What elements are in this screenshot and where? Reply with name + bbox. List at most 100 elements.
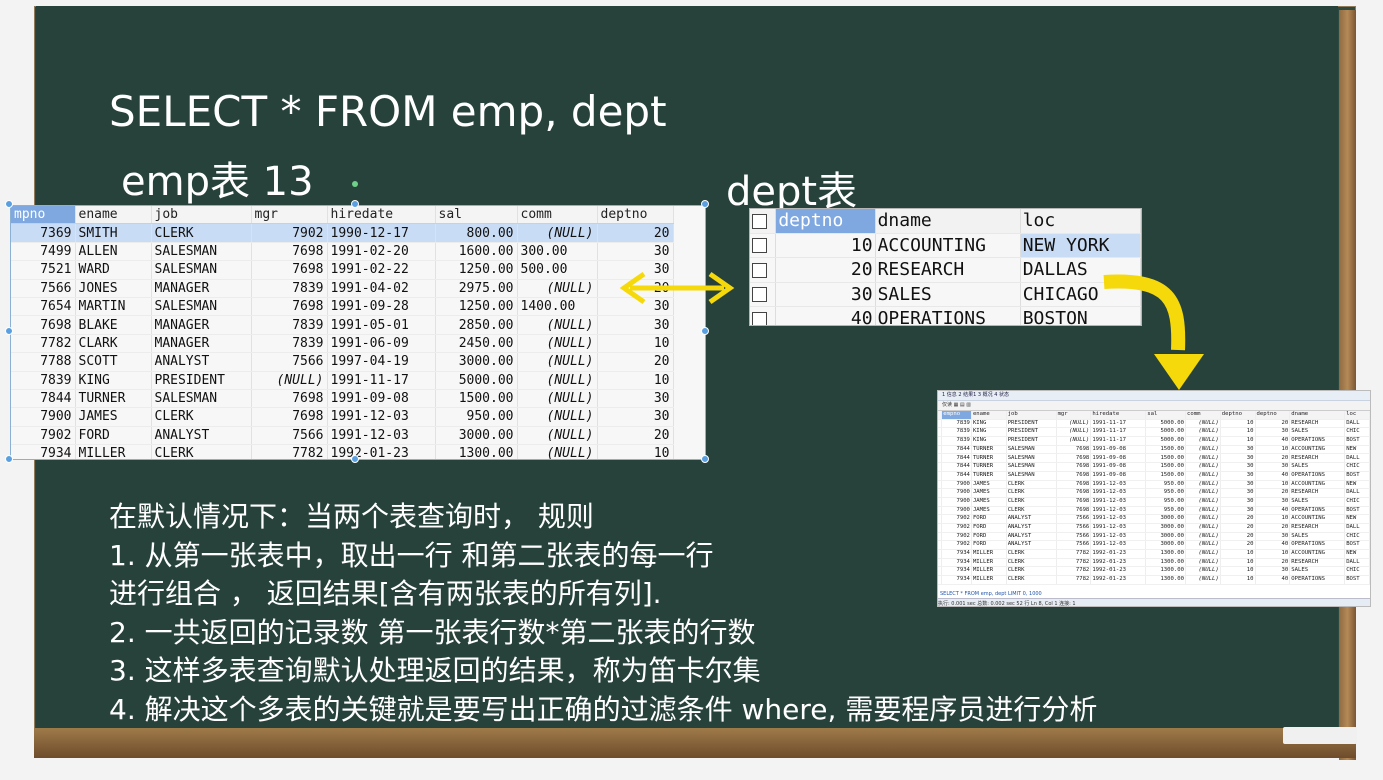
- table-row[interactable]: 7369 SMITH CLERK 7902 1990-12-17 800.00 (NULL)…: [11, 223, 674, 243]
- result-tabs[interactable]: 1 信息 2 结果1 3 概况 4 状态: [938, 391, 1370, 401]
- resize-handle[interactable]: [351, 455, 359, 463]
- resize-handle[interactable]: [351, 200, 359, 208]
- table-cell: (NULL): [1185, 523, 1221, 533]
- table-cell: (NULL): [1185, 419, 1221, 429]
- table-cell: 10: [1220, 549, 1256, 559]
- resize-handle[interactable]: [5, 327, 13, 335]
- emp-table[interactable]: mpno ename job mgr hiredate sal comm deptno 736…: [10, 205, 706, 460]
- table-row[interactable]: 7844 TURNER SALESMAN 7698 1991-09-08 1500.00(…: [938, 471, 1370, 481]
- table-cell: MANAGER: [151, 279, 252, 298]
- table-row[interactable]: 7698 BLAKE MANAGER 7839 1991-05-01 2850.00 (NU…: [11, 315, 674, 335]
- column-header: mpno: [11, 206, 76, 225]
- table-row[interactable]: 7900 JAMES CLERK 7698 1991-12-03 950.00 (NULL)…: [11, 407, 674, 427]
- table-cell: (NULL): [1056, 427, 1092, 438]
- table-row[interactable]: 7782 CLARK MANAGER 7839 1991-06-09 2450.00 (NU…: [11, 334, 674, 354]
- row-checkbox: [750, 282, 777, 307]
- table-row[interactable]: 7788 SCOTT ANALYST 7566 1997-04-19 3000.00 (NU…: [11, 352, 674, 372]
- video-scrollbar[interactable]: [1283, 727, 1357, 744]
- table-cell: 950.00: [435, 407, 518, 427]
- table-row[interactable]: 7839 KING PRESIDENT (NULL) 1991-11-17 5000.00…: [938, 419, 1370, 429]
- resize-handle[interactable]: [701, 455, 709, 463]
- rule-line: 3. 这样多表查询默认处理返回的结果，称为笛卡尔集: [109, 654, 761, 687]
- table-cell: (NULL): [517, 389, 598, 409]
- table-row[interactable]: 7839 KING PRESIDENT (NULL) 1991-11-17 5000.00…: [938, 427, 1370, 438]
- table-cell: CLERK: [151, 407, 252, 427]
- table-cell: 950.00: [1145, 497, 1187, 507]
- table-row[interactable]: 30 SALES CHICAGO: [750, 282, 1141, 307]
- table-cell: 1250.00: [435, 260, 518, 280]
- table-row[interactable]: 7839 KING PRESIDENT (NULL) 1991-11-17 5000.00…: [938, 436, 1370, 446]
- checkbox-icon[interactable]: [752, 311, 767, 325]
- table-cell: 20: [597, 223, 674, 243]
- rule-line: 在默认情况下：当两个表查询时， 规则: [109, 500, 594, 533]
- table-row[interactable]: 40 OPERATIONS BOSTON: [750, 306, 1141, 325]
- table-cell: 1991-09-08: [1090, 453, 1147, 464]
- table-cell: 1992-01-23: [1090, 558, 1147, 568]
- table-row[interactable]: 7844 TURNER SALESMAN 7698 1991-09-08 1500.00(…: [938, 462, 1370, 472]
- table-row[interactable]: 7654 MARTIN SALESMAN 7698 1991-09-28 1250.00 1…: [11, 297, 674, 317]
- table-cell: ACCOUNTING: [1289, 445, 1346, 455]
- table-cell: 5000.00: [1145, 427, 1187, 438]
- table-cell: 20: [597, 426, 674, 446]
- resize-handle[interactable]: [701, 327, 709, 335]
- table-cell: 3000.00: [435, 426, 518, 446]
- table-row[interactable]: 7844 TURNER SALESMAN 7698 1991-09-08 1500.00(…: [11, 389, 674, 409]
- table-cell: 40: [1255, 436, 1291, 446]
- table-cell: 1991-05-01: [327, 315, 436, 335]
- table-cell: BOST: [1344, 506, 1370, 516]
- column-header: sal: [1145, 411, 1187, 420]
- column-header: dname: [1289, 411, 1346, 420]
- table-cell: SALES: [1289, 427, 1346, 438]
- table-cell: OPERATIONS: [1289, 471, 1346, 481]
- table-cell: 7844: [11, 389, 76, 409]
- resize-handle[interactable]: [5, 200, 13, 208]
- table-row[interactable]: 7900 JAMES CLERK 7698 1991-12-03 950.00 (NULL)…: [938, 480, 1370, 490]
- table-row[interactable]: 7900 JAMES CLERK 7698 1991-12-03 950.00 (NULL)…: [938, 488, 1370, 498]
- table-row[interactable]: 7902 FORD ANALYST 7566 1991-12-03 3000.00 (NUL…: [11, 426, 674, 446]
- table-cell: SALESMAN: [151, 389, 252, 409]
- table-cell: KING: [971, 436, 1007, 446]
- board-wood-edge: [1339, 10, 1356, 760]
- dept-table[interactable]: deptno dname loc 10 ACCOUNTING NEW YORK 20 RES…: [749, 208, 1142, 326]
- table-row[interactable]: 10 ACCOUNTING NEW YORK: [750, 233, 1141, 258]
- table-cell: 30: [1255, 462, 1291, 472]
- table-cell: ALLEN: [75, 242, 152, 262]
- table-cell: 5000.00: [1145, 419, 1187, 429]
- table-cell: (NULL): [1185, 549, 1221, 559]
- table-cell: 1991-02-20: [327, 242, 436, 262]
- table-row[interactable]: 7934 MILLER CLERK 7782 1992-01-23 1300.00 (NUL…: [11, 444, 674, 459]
- table-cell: 7839: [251, 315, 328, 335]
- table-row[interactable]: 7499 ALLEN SALESMAN 7698 1991-02-20 1600.00 30…: [11, 242, 674, 262]
- table-cell: OPERATIONS: [1289, 575, 1346, 585]
- table-cell: 10: [597, 371, 674, 390]
- table-cell: (NULL): [517, 315, 598, 335]
- table-cell: SALES: [875, 282, 1021, 307]
- checkbox-icon[interactable]: [752, 213, 767, 229]
- result-toolbar[interactable]: 仅读 ▦ ▤ ▥: [938, 401, 1370, 411]
- table-cell: 1991-12-03: [327, 426, 436, 446]
- table-cell: 20: [1255, 453, 1291, 464]
- resize-handle[interactable]: [701, 200, 709, 208]
- table-cell: 5000.00: [435, 371, 518, 390]
- table-row[interactable]: 7521 WARD SALESMAN 7698 1991-02-22 1250.00 500…: [11, 260, 674, 280]
- table-cell: 7839: [11, 371, 76, 390]
- table-cell: 1991-12-03: [1090, 514, 1147, 524]
- table-cell: 1991-12-03: [1090, 523, 1147, 533]
- table-cell: 7844: [941, 445, 972, 455]
- checkbox-icon[interactable]: [752, 287, 767, 303]
- table-row[interactable]: 7844 TURNER SALESMAN 7698 1991-09-08 1500.00(…: [938, 453, 1370, 464]
- table-cell: 30: [597, 389, 674, 409]
- table-row[interactable]: 20 RESEARCH DALLAS: [750, 257, 1141, 283]
- table-cell: ANALYST: [151, 426, 252, 446]
- table-cell: 800.00: [435, 223, 518, 243]
- checkbox-icon[interactable]: [752, 238, 767, 254]
- table-row[interactable]: 7844 TURNER SALESMAN 7698 1991-09-08 1500.00(…: [938, 445, 1370, 455]
- checkbox-icon[interactable]: [752, 262, 767, 278]
- table-cell: 7698: [251, 242, 328, 262]
- table-row[interactable]: 7839 KING PRESIDENT (NULL) 1991-11-17 5000.00…: [11, 371, 674, 390]
- table-row[interactable]: 7566 JONES MANAGER 7839 1991-04-02 2975.00 (NU…: [11, 279, 674, 298]
- table-cell: (NULL): [517, 444, 598, 459]
- resize-handle[interactable]: [5, 455, 13, 463]
- table-cell: 10: [1255, 549, 1291, 559]
- table-cell: 1991-12-03: [1090, 506, 1147, 516]
